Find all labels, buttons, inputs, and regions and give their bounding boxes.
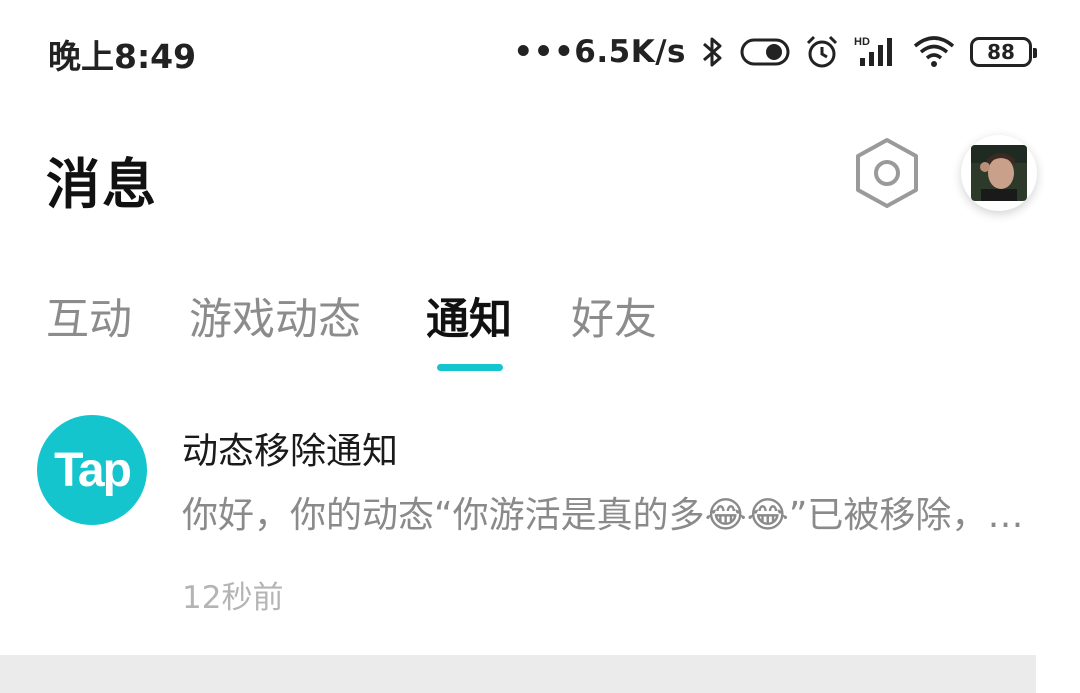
- battery-icon: 88: [970, 37, 1037, 67]
- notification-time: 12秒前: [182, 580, 284, 616]
- page-title: 消息: [46, 153, 158, 216]
- next-item-placeholder: [0, 655, 1036, 693]
- status-icons: •••6.5K/s HD 88: [513, 28, 1037, 76]
- net-speed: •••6.5K/s: [513, 34, 686, 70]
- notification-body: 你好，你的动态“你游活是真的多😂😂”已被移除，如有疑问请联系客服: [182, 495, 1032, 536]
- toggle-icon: [740, 37, 790, 67]
- settings-icon: [856, 138, 918, 208]
- avatar: [971, 145, 1027, 201]
- bluetooth-icon: [700, 34, 726, 70]
- alarm-icon: [804, 34, 840, 70]
- active-tab-indicator: [437, 364, 503, 371]
- taptap-logo: Tap: [37, 415, 147, 525]
- tab-friends[interactable]: 好友: [571, 285, 657, 347]
- tab-interaction[interactable]: 互动: [46, 285, 132, 347]
- user-avatar-button[interactable]: [961, 135, 1037, 211]
- tab-notifications[interactable]: 通知: [426, 285, 512, 347]
- status-time: 晚上8:49: [48, 37, 197, 76]
- hd-signal-icon: HD: [854, 34, 898, 70]
- tab-game-activity[interactable]: 游戏动态: [189, 285, 361, 347]
- notification-item[interactable]: Tap 动态移除通知 你好，你的动态“你游活是真的多😂😂”已被移除，如有疑问请联…: [0, 400, 1080, 630]
- svg-text:HD: HD: [854, 36, 870, 48]
- wifi-icon: [912, 34, 956, 70]
- settings-button[interactable]: [852, 136, 922, 210]
- status-bar: 晚上8:49 •••6.5K/s HD 88: [0, 0, 1080, 100]
- notification-title: 动态移除通知: [182, 431, 399, 472]
